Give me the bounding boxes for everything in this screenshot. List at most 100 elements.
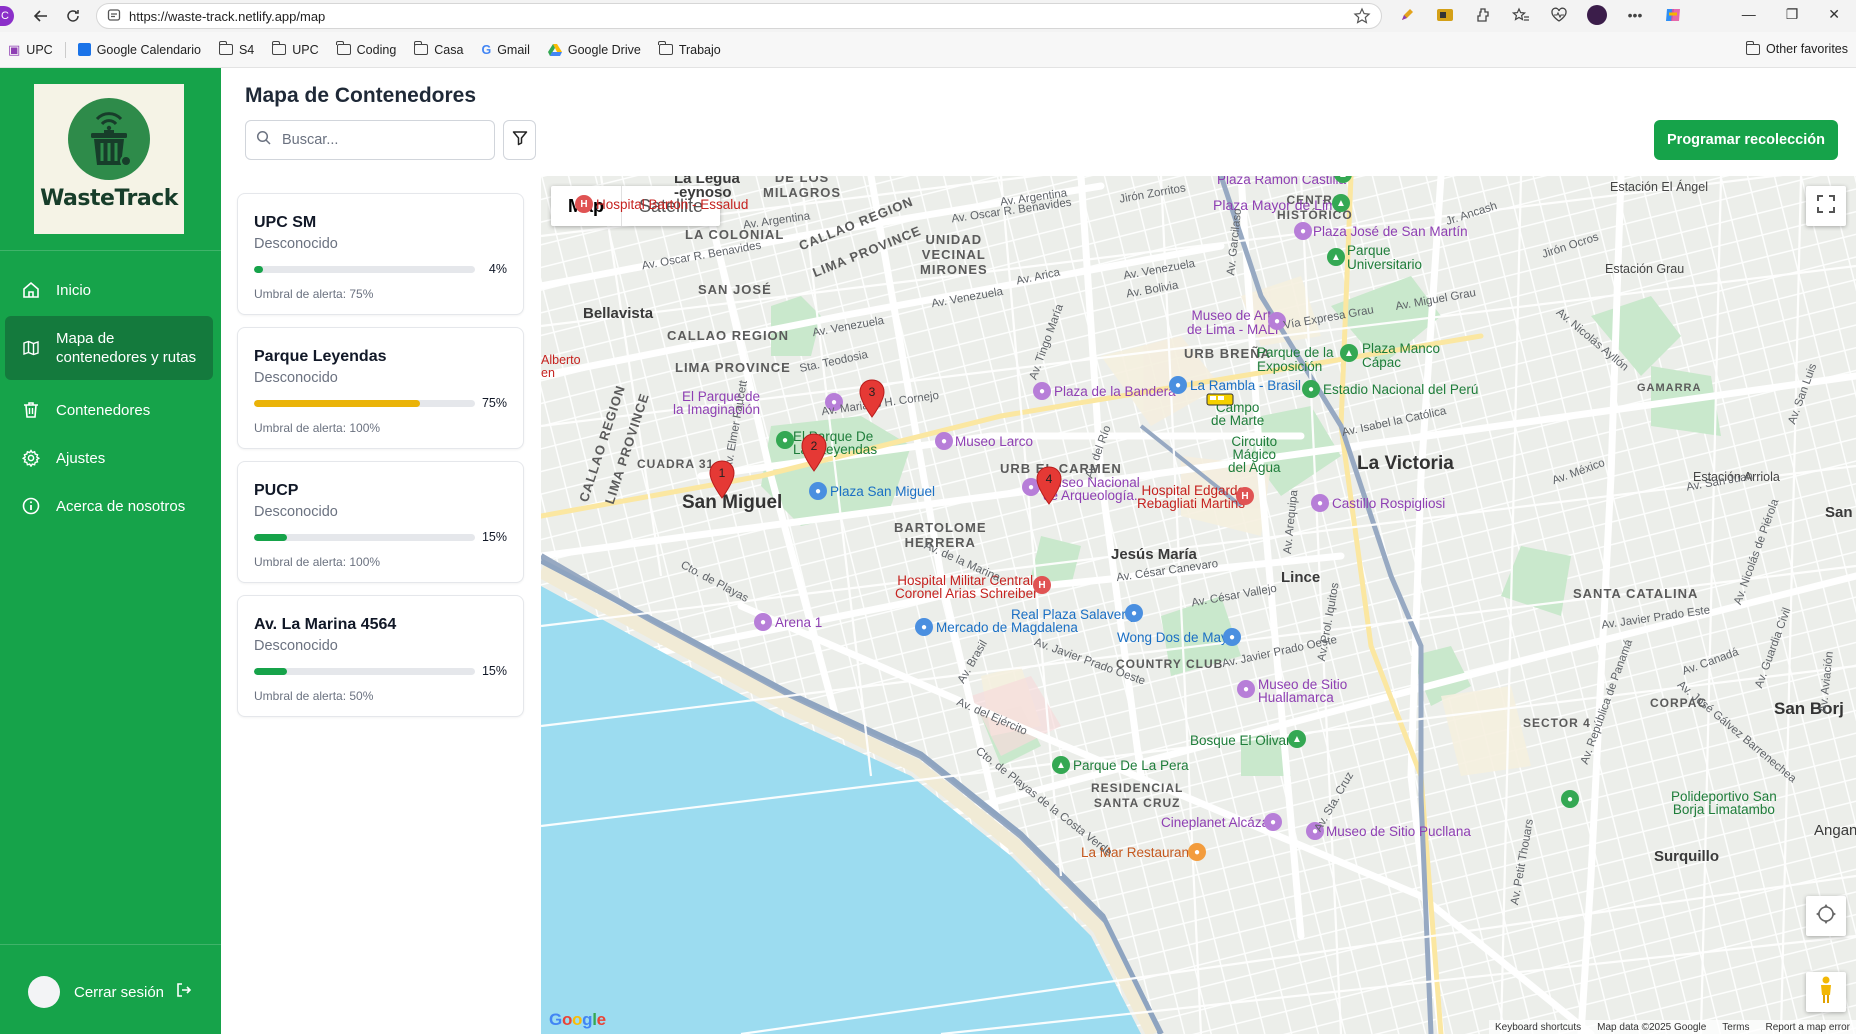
street-view-pegman[interactable]	[1806, 972, 1846, 1012]
map-marker-4[interactable]: 4	[1035, 466, 1063, 506]
logout-button[interactable]: Cerrar sesión	[28, 976, 192, 1008]
minimize-icon[interactable]: —	[1742, 6, 1756, 23]
favorite-star-icon[interactable]	[1353, 7, 1371, 28]
close-window-icon[interactable]: ✕	[1828, 6, 1840, 23]
cinema-icon: ●	[1264, 813, 1282, 831]
poi-mercado-magdalena[interactable]: Mercado de Magdalena	[936, 620, 1078, 635]
poi-hospital-rebagliati[interactable]: Hospital Edgardo Rebagliati Martins	[1137, 484, 1245, 511]
map-label-sector-4: SECTOR 4	[1523, 716, 1591, 730]
camera-control-button[interactable]	[1806, 896, 1846, 936]
report-error-link[interactable]: Report a map error	[1766, 1022, 1850, 1033]
poi-cineplanet[interactable]: Cineplanet Alcázar	[1161, 815, 1274, 830]
bookmarks-bar: ▣ UPC Google Calendario S4 UPC Coding Cas…	[0, 32, 1856, 68]
schedule-collection-button[interactable]: Programar recolección	[1654, 120, 1838, 160]
bookmark-upc-folder[interactable]: UPC	[271, 41, 319, 57]
terms-link[interactable]: Terms	[1722, 1022, 1749, 1033]
filter-button[interactable]	[503, 120, 536, 160]
park-icon: ▲	[1332, 194, 1350, 212]
poi-museo-larco[interactable]: Museo Larco	[955, 434, 1033, 449]
address-bar[interactable]: https://waste-track.netlify.app/map	[96, 3, 1382, 29]
poi-castillo[interactable]: Castillo Rospigliosi	[1332, 496, 1445, 511]
container-card[interactable]: Av. La Marina 4564 Desconocido 15% Umbral d…	[237, 595, 524, 717]
poi-la-rambla[interactable]: La Rambla - Brasil	[1190, 378, 1301, 393]
museum-icon: ●	[935, 432, 953, 450]
container-name: PUCP	[254, 482, 299, 499]
map-marker-2[interactable]: 2	[800, 433, 828, 473]
poi-hospital-barton[interactable]: Hospital Barton - Essalud	[596, 197, 748, 212]
map-label-alberto: Alberto en	[541, 353, 581, 380]
search-box[interactable]	[245, 120, 495, 160]
poi-estadio-nacional[interactable]: Estadio Nacional del Perú	[1323, 382, 1478, 397]
sidebar-item-ajustes[interactable]: Ajustes	[5, 434, 213, 482]
poi-wong[interactable]: Wong Dos de Mayo	[1117, 630, 1235, 645]
poi-plaza-bandera[interactable]: Plaza de la Bandera	[1054, 384, 1176, 399]
map-label-jesus-maria: Jesús María	[1111, 546, 1197, 563]
bookmark-google-drive[interactable]: Google Drive	[547, 43, 641, 57]
fill-level-percent: 75%	[481, 396, 507, 410]
bookmark-trabajo[interactable]: Trabajo	[658, 41, 721, 57]
bookmark-coding[interactable]: Coding	[336, 41, 396, 57]
poi-parque-pera[interactable]: Parque De La Pera	[1073, 758, 1189, 773]
fill-level-bar	[254, 668, 475, 675]
poi-bosque-olivar[interactable]: Bosque El Olivar	[1190, 733, 1291, 748]
folder-icon	[1745, 40, 1761, 55]
app-logo[interactable]: WasteTrack	[34, 84, 184, 234]
copilot-icon[interactable]	[1662, 4, 1684, 26]
keyboard-shortcuts-link[interactable]: Keyboard shortcuts	[1495, 1022, 1581, 1033]
extensions-icon[interactable]	[1472, 4, 1494, 26]
fullscreen-button[interactable]	[1806, 186, 1846, 226]
refresh-icon[interactable]	[60, 3, 86, 29]
bookmark-gmail[interactable]: G Gmail	[481, 43, 529, 57]
container-card[interactable]: PUCP Desconocido 15% Umbral de alerta: 100%	[237, 461, 524, 583]
poi-plaza-san-martin[interactable]: Plaza José de San Martín	[1313, 224, 1468, 239]
poi-circuito-agua[interactable]: Circuito Mágico del Agua	[1228, 435, 1281, 475]
marker-pin-icon: 1	[709, 460, 735, 499]
poi-plaza-ramon[interactable]: Plaza Ramón Castilla	[1217, 176, 1346, 187]
avatar	[28, 976, 60, 1008]
poi-polideportivo[interactable]: Polideportivo San Borja Limatambo	[1671, 790, 1777, 817]
sidebar-item-acerca[interactable]: Acerca de nosotros	[5, 482, 213, 530]
poi-parque-universitario[interactable]: Parque Universitario	[1347, 244, 1422, 272]
container-card[interactable]: UPC SM Desconocido 4% Umbral de alerta: 75%	[237, 193, 524, 315]
more-menu-icon[interactable]: •••	[1624, 4, 1646, 26]
other-favorites[interactable]: Other favorites	[1745, 40, 1848, 56]
poi-hospital-militar[interactable]: Hospital Militar Central- Coronel Arias …	[895, 574, 1038, 601]
profile-icon[interactable]: C	[0, 6, 14, 26]
poi-plaza-san-miguel[interactable]: Plaza San Miguel	[830, 484, 935, 499]
map-label-san: San	[1825, 504, 1853, 521]
sidebar-item-mapa[interactable]: Mapa de contenedores y rutas	[5, 316, 213, 380]
map-label-angan: Angan	[1814, 822, 1856, 839]
map-view[interactable]: Map Satellite San Miguel La Victoria Jes…	[541, 176, 1856, 1034]
drive-icon	[547, 43, 562, 56]
restore-icon[interactable]: ❐	[1786, 6, 1799, 23]
sidebar-item-inicio[interactable]: Inicio	[5, 266, 213, 314]
bookmark-s4[interactable]: S4	[218, 41, 254, 57]
marker-label: 2	[811, 439, 818, 453]
browser-essentials-icon[interactable]	[1548, 4, 1570, 26]
back-icon[interactable]	[28, 3, 54, 29]
poi-museo-pucllana[interactable]: Museo de Sitio Pucllana	[1326, 824, 1471, 839]
map-marker-1[interactable]: 1	[708, 460, 736, 500]
map-marker-3[interactable]: 3	[858, 379, 886, 419]
bookmark-upc[interactable]: ▣ UPC	[8, 42, 53, 58]
search-input[interactable]	[282, 132, 482, 148]
user-avatar-icon[interactable]	[1586, 4, 1608, 26]
site-info-icon[interactable]	[107, 8, 121, 25]
sidebar-item-contenedores[interactable]: Contenedores	[5, 386, 213, 434]
pen-extension-icon[interactable]	[1396, 4, 1418, 26]
poi-arena-1[interactable]: Arena 1	[775, 615, 822, 630]
container-card[interactable]: Parque Leyendas Desconocido 75% Umbral de a…	[237, 327, 524, 449]
browser-toolbar: C https://waste-track.netlify.app/map ••…	[0, 0, 1856, 32]
map-label-de-los-milagros: DE LOS MILAGROS	[763, 176, 842, 200]
poi-museo-mali[interactable]: Museo de Arte de Lima - MALI	[1187, 309, 1279, 337]
google-logo[interactable]: Google	[549, 1010, 606, 1030]
bookmark-google-calendar[interactable]: Google Calendario	[77, 43, 201, 57]
bookmark-casa[interactable]: Casa	[413, 41, 463, 57]
poi-parque-exposicion[interactable]: Parque de la Exposición	[1257, 346, 1334, 374]
wallet-extension-icon[interactable]	[1434, 4, 1456, 26]
sidebar-item-label: Acerca de nosotros	[56, 497, 186, 515]
poi-museo-huallamarca[interactable]: Museo de Sitio Huallamarca	[1258, 678, 1347, 705]
favorites-icon[interactable]	[1510, 4, 1532, 26]
poi-plaza-manco-capac[interactable]: Plaza Manco Cápac	[1362, 342, 1440, 370]
fill-level-bar	[254, 400, 475, 407]
